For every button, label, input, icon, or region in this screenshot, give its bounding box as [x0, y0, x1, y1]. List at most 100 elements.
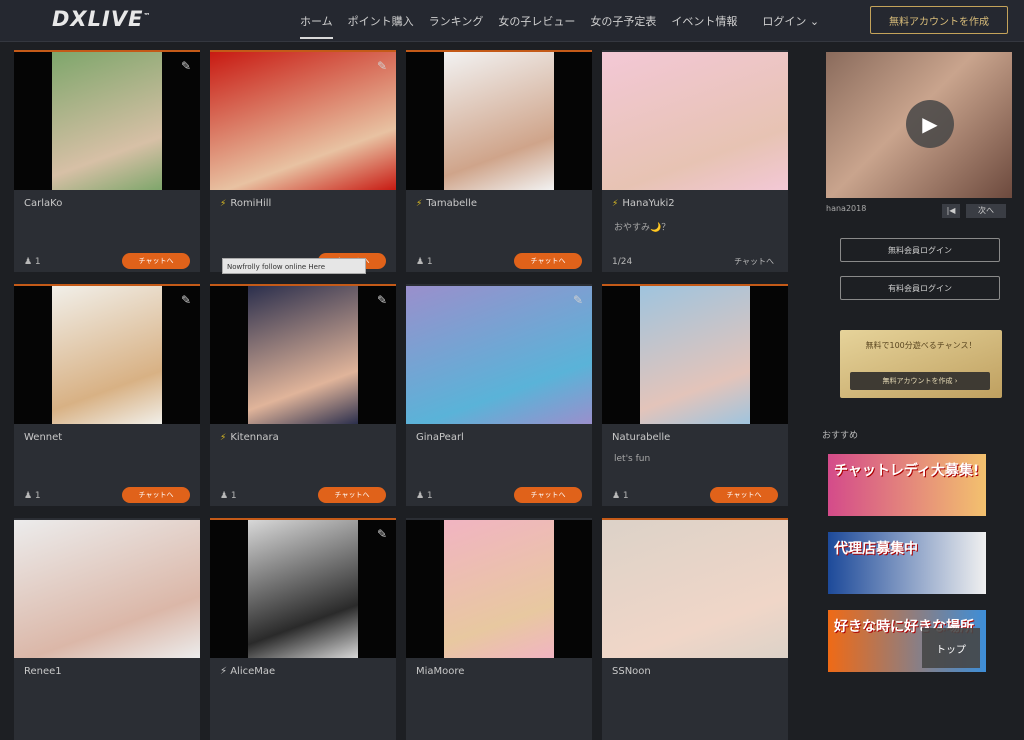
- performer-name-text: Tamabelle: [426, 198, 477, 209]
- performer-thumbnail[interactable]: [602, 52, 788, 190]
- performer-name[interactable]: MiaMoore: [416, 666, 464, 677]
- pencil-icon: ✎: [376, 59, 388, 73]
- performer-photo: [444, 52, 554, 190]
- viewer-count: ♟ 1: [416, 257, 433, 267]
- nav-home[interactable]: ホーム: [300, 1, 333, 41]
- performer-thumbnail[interactable]: ✎: [14, 286, 200, 424]
- lightning-icon: ⚡: [220, 433, 227, 443]
- chat-button[interactable]: チャットへ: [710, 487, 778, 503]
- tooltip: Nowfrolly follow online Here: [222, 258, 366, 274]
- performer-card[interactable]: MiaMoore: [406, 518, 592, 740]
- lightning-icon: ⚡: [612, 199, 619, 209]
- top-bar: DXLIVE™ ホーム ポイント購入 ランキング 女の子レビュー 女の子予定表 …: [0, 0, 1024, 42]
- chat-button[interactable]: チャットへ: [318, 487, 386, 503]
- featured-video[interactable]: ▶: [826, 52, 1012, 198]
- nav-reviews[interactable]: 女の子レビュー: [498, 1, 575, 41]
- nav-buy-points[interactable]: ポイント購入: [348, 1, 414, 41]
- performer-name[interactable]: SSNoon: [612, 666, 651, 677]
- performer-thumbnail[interactable]: ✎: [14, 52, 200, 190]
- performer-name[interactable]: ⚡ RomiHill: [220, 198, 271, 209]
- performer-photo: [52, 52, 162, 190]
- performer-card[interactable]: ⚡ HanaYuki2 おやすみ🌙？ 1/24 チャットへ: [602, 50, 788, 272]
- performer-thumbnail[interactable]: [406, 520, 592, 658]
- back-to-top-button[interactable]: トップ: [922, 628, 980, 668]
- performer-name[interactable]: ⚡ Kitennara: [220, 432, 279, 443]
- chat-button[interactable]: チャットへ: [514, 253, 582, 269]
- viewer-count: ♟ 1: [612, 491, 629, 501]
- performer-name[interactable]: ⚡ Tamabelle: [416, 198, 477, 209]
- performer-card[interactable]: ✎ Wennet ♟ 1 チャットへ: [14, 284, 200, 506]
- viewer-count: 1/24: [612, 257, 633, 267]
- performer-card[interactable]: Renee1: [14, 518, 200, 740]
- lightning-icon: ⚡: [220, 199, 227, 209]
- performer-thumbnail[interactable]: [602, 286, 788, 424]
- chat-button[interactable]: チャットへ: [514, 487, 582, 503]
- pencil-icon: ✎: [376, 293, 388, 307]
- play-icon[interactable]: ▶: [906, 100, 954, 148]
- site-logo[interactable]: DXLIVE™: [52, 7, 151, 31]
- performer-thumbnail[interactable]: ✎: [210, 52, 396, 190]
- performer-name[interactable]: Wennet: [24, 432, 62, 443]
- performer-thumbnail[interactable]: [602, 520, 788, 658]
- main-nav: ホーム ポイント購入 ランキング 女の子レビュー 女の子予定表 イベント情報 ロ…: [300, 0, 819, 42]
- nav-ranking[interactable]: ランキング: [429, 1, 484, 41]
- performer-name-text: HanaYuki2: [622, 198, 675, 209]
- free-member-login-button[interactable]: 無料会員ログイン: [840, 238, 1000, 262]
- performer-photo: [602, 520, 788, 658]
- performer-name-text: RomiHill: [230, 198, 272, 209]
- performer-card[interactable]: SSNoon: [602, 518, 788, 740]
- paid-member-login-button[interactable]: 有料会員ログイン: [840, 276, 1000, 300]
- lightning-icon: ⚡: [416, 199, 423, 209]
- nav-schedule[interactable]: 女の子予定表: [590, 1, 656, 41]
- promo-signup-button[interactable]: 無料アカウントを作成 ›: [850, 372, 990, 390]
- performer-photo: [444, 520, 554, 658]
- performer-name-text: GinaPearl: [416, 432, 464, 443]
- performer-photo: [14, 520, 200, 658]
- performer-thumbnail[interactable]: [14, 520, 200, 658]
- performer-name[interactable]: Renee1: [24, 666, 62, 677]
- performer-thumbnail[interactable]: [406, 52, 592, 190]
- performer-photo: [248, 520, 358, 658]
- performer-name-text: Wennet: [24, 432, 63, 443]
- chat-button[interactable]: チャットへ: [122, 487, 190, 503]
- ad-banner-text: 代理店募集中: [834, 541, 918, 557]
- performer-card[interactable]: Naturabelle let's fun ♟ 1 チャットへ: [602, 284, 788, 506]
- performer-photo: [52, 286, 162, 424]
- performer-thumbnail[interactable]: ✎: [210, 520, 396, 658]
- performer-name[interactable]: Naturabelle: [612, 432, 670, 443]
- performer-card[interactable]: ✎⚡RomiHillチャットへ: [210, 50, 396, 272]
- performer-thumbnail[interactable]: ✎: [406, 286, 592, 424]
- performer-photo: [210, 52, 396, 190]
- viewer-count: ♟ 1: [24, 491, 41, 501]
- performer-name[interactable]: ⚡ HanaYuki2: [612, 198, 675, 209]
- performer-status-message: let's fun: [614, 454, 651, 464]
- performer-photo: [248, 286, 358, 424]
- prev-video-button[interactable]: |◀: [942, 204, 960, 218]
- chat-link[interactable]: チャットへ: [734, 256, 774, 267]
- performer-name[interactable]: ⚡ AliceMae: [220, 666, 275, 677]
- performer-photo: [640, 286, 750, 424]
- performer-card[interactable]: ⚡ Tamabelle ♟ 1 チャットへ: [406, 50, 592, 272]
- performer-card[interactable]: ✎ GinaPearl ♟ 1 チャットへ: [406, 284, 592, 506]
- performer-card[interactable]: ✎ ⚡ AliceMae: [210, 518, 396, 740]
- viewer-count: ♟ 1: [416, 491, 433, 501]
- login-menu[interactable]: ログイン ⌄: [762, 13, 819, 29]
- pencil-icon: ✎: [376, 527, 388, 541]
- performer-thumbnail[interactable]: ✎: [210, 286, 396, 424]
- chat-button[interactable]: チャットへ: [122, 253, 190, 269]
- performer-name[interactable]: GinaPearl: [416, 432, 464, 443]
- performer-name-text: Naturabelle: [612, 432, 671, 443]
- performer-photo: [602, 52, 788, 190]
- performer-card[interactable]: ✎ ⚡ Kitennara ♟ 1 チャットへ: [210, 284, 396, 506]
- promo-text: 無料で100分遊べるチャンス！: [865, 341, 977, 350]
- nav-events[interactable]: イベント情報: [671, 1, 737, 41]
- ad-banner[interactable]: 代理店募集中: [828, 532, 986, 594]
- ad-banner-text: チャットレディ大募集!: [834, 463, 980, 479]
- next-video-button[interactable]: 次へ: [966, 204, 1006, 218]
- performer-card[interactable]: ✎ CarlaKo ♟ 1 チャットへ: [14, 50, 200, 272]
- signup-button[interactable]: 無料アカウントを作成: [870, 6, 1008, 34]
- performer-status-message: おやすみ🌙？: [614, 223, 671, 233]
- performer-name[interactable]: CarlaKo: [24, 198, 62, 209]
- ad-banner[interactable]: チャットレディ大募集!: [828, 454, 986, 516]
- pencil-icon: ✎: [572, 293, 584, 307]
